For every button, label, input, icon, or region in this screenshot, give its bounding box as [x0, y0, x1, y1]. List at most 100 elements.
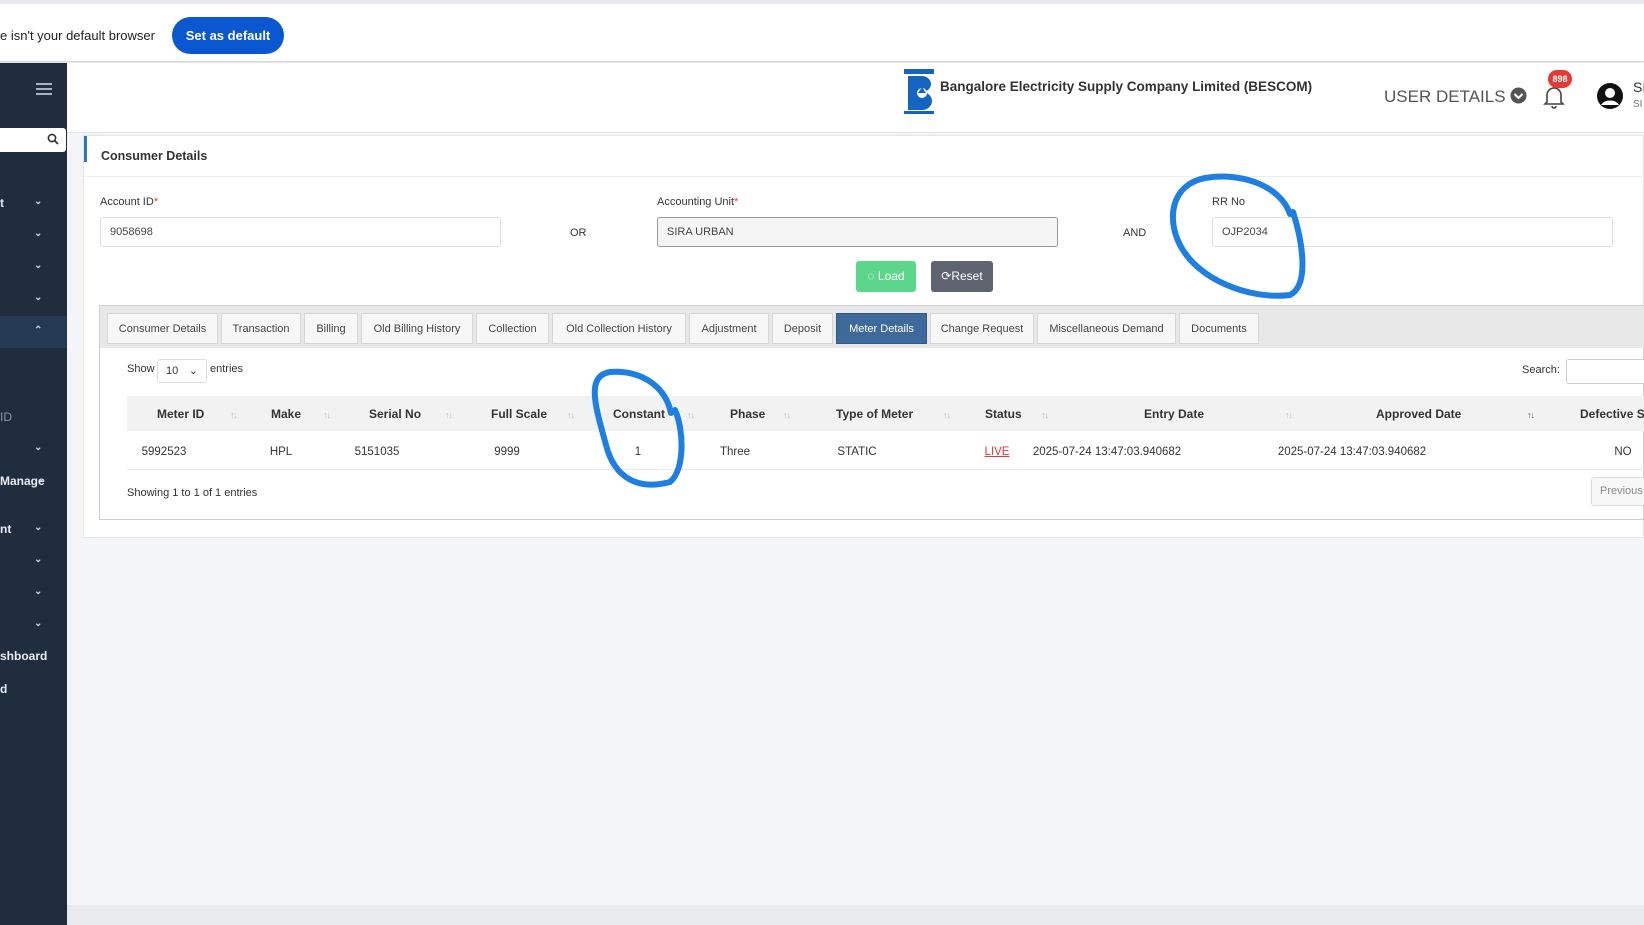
- page-size-select[interactable]: 10 ⌄: [157, 359, 207, 383]
- sort-icon[interactable]: ↑↓: [567, 410, 575, 420]
- sort-icon[interactable]: ↑↓: [1041, 410, 1049, 420]
- col-constant[interactable]: Constant: [613, 407, 665, 421]
- chevron-down-icon: ⌄: [34, 586, 43, 597]
- entries-label: entries: [210, 363, 244, 375]
- notification-badge: 898: [1548, 70, 1572, 88]
- sidebar-item-dashboard[interactable]: shboard: [0, 640, 67, 672]
- sort-desc-icon[interactable]: ↑↓: [1527, 410, 1535, 420]
- hamburger-icon[interactable]: [36, 83, 52, 95]
- col-status[interactable]: Status: [985, 407, 1022, 421]
- tab-old-collection-history[interactable]: Old Collection History: [552, 313, 686, 344]
- sidebar-item-active[interactable]: ⌃: [0, 316, 67, 348]
- load-button[interactable]: ◌ Load: [856, 261, 916, 292]
- chevron-circle-down-icon: [1510, 87, 1527, 104]
- tab-meter-details[interactable]: Meter Details: [836, 313, 927, 344]
- reset-button[interactable]: ⟳Reset: [931, 261, 993, 292]
- set-default-button[interactable]: Set as default: [172, 17, 284, 54]
- sidebar-item[interactable]: ⌄: [0, 219, 67, 251]
- cell-constant: 1: [634, 446, 642, 458]
- cell-meter-id: 5992523: [141, 446, 187, 458]
- sidebar-item[interactable]: ⌄: [0, 251, 67, 283]
- cell-approved-date: 2025-07-24 13:47:03.940682: [1277, 446, 1427, 458]
- col-make[interactable]: Make: [271, 407, 301, 421]
- spinner-icon: ◌: [867, 269, 875, 283]
- tab-collection[interactable]: Collection: [476, 313, 549, 344]
- cell-status-live[interactable]: LIVE: [985, 446, 1010, 458]
- sidebar-item-manage[interactable]: Manage ⌄: [0, 465, 67, 497]
- sort-icon[interactable]: ↑↓: [323, 410, 331, 420]
- search-label: Search:: [1522, 364, 1560, 376]
- user-avatar-icon[interactable]: [1596, 82, 1624, 110]
- user-name: SI: [1633, 79, 1644, 95]
- sort-icon[interactable]: ↑↓: [783, 410, 791, 420]
- tab-miscellaneous-demand[interactable]: Miscellaneous Demand: [1037, 313, 1176, 344]
- tab-change-request[interactable]: Change Request: [930, 313, 1034, 344]
- cell-defective: NO: [1614, 446, 1632, 458]
- sort-icon[interactable]: ↑↓: [943, 410, 951, 420]
- tabs-bar: Consumer Details Transaction Billing Old…: [100, 306, 1644, 348]
- bescom-logo: [904, 69, 934, 114]
- account-id-label: Account ID*: [100, 196, 159, 208]
- sidebar-item[interactable]: ⌄: [0, 433, 67, 465]
- sidebar-item[interactable]: d: [0, 673, 67, 705]
- sort-icon[interactable]: ↑↓: [230, 410, 238, 420]
- cell-type-of-meter: STATIC: [837, 446, 877, 458]
- sort-icon[interactable]: ↑↓: [687, 410, 695, 420]
- col-entry-date[interactable]: Entry Date: [1144, 407, 1204, 421]
- user-details-dropdown[interactable]: USER DETAILS: [1384, 87, 1527, 107]
- chevron-down-icon: ⌄: [34, 196, 43, 207]
- card-title: Consumer Details: [101, 149, 208, 163]
- sidebar-item[interactable]: ⌄: [0, 609, 67, 641]
- sidebar-item[interactable]: ⌄: [0, 283, 67, 315]
- col-approved-date[interactable]: Approved Date: [1376, 407, 1461, 421]
- tab-adjustment[interactable]: Adjustment: [689, 313, 769, 344]
- chevron-down-icon: ⌄: [34, 228, 43, 239]
- user-role: SI: [1633, 99, 1643, 110]
- rr-no-field[interactable]: OJP2034: [1212, 217, 1613, 247]
- accounting-unit-select[interactable]: SIRA URBAN: [657, 217, 1058, 247]
- col-type-of-meter[interactable]: Type of Meter: [836, 407, 913, 421]
- sort-icon[interactable]: ↑↓: [1285, 410, 1293, 420]
- sidebar-item[interactable]: nt ⌄: [0, 513, 67, 545]
- or-label: OR: [570, 227, 587, 239]
- cell-phase: Three: [719, 446, 751, 458]
- account-id-field[interactable]: 9058698: [100, 217, 501, 247]
- sort-icon[interactable]: ↑↓: [445, 410, 453, 420]
- sidebar-item[interactable]: ⌄: [0, 545, 67, 577]
- sidebar-search-input[interactable]: [0, 128, 66, 152]
- tab-transaction[interactable]: Transaction: [221, 313, 301, 344]
- user-details-label: USER DETAILS: [1384, 87, 1506, 106]
- refresh-icon: ⟳: [941, 269, 952, 283]
- sidebar-item[interactable]: t ⌄: [0, 187, 67, 219]
- col-phase[interactable]: Phase: [730, 407, 765, 421]
- company-name: Bangalore Electricity Supply Company Lim…: [940, 79, 1313, 94]
- search-icon: [47, 133, 59, 145]
- sidebar-item[interactable]: ⌄: [0, 577, 67, 609]
- tab-consumer-details[interactable]: Consumer Details: [107, 313, 218, 344]
- chevron-down-icon: ⌄: [34, 260, 43, 271]
- and-label: AND: [1123, 227, 1147, 239]
- sidebar-item[interactable]: ID: [0, 401, 67, 433]
- tab-billing[interactable]: Billing: [304, 313, 358, 344]
- bell-icon[interactable]: [1543, 85, 1565, 109]
- tab-documents[interactable]: Documents: [1179, 313, 1259, 344]
- cell-serial-no: 5151035: [354, 446, 400, 458]
- table-search-input[interactable]: [1566, 359, 1644, 384]
- rr-no-label: RR No: [1212, 196, 1246, 208]
- show-label: Show: [127, 363, 155, 375]
- col-defective[interactable]: Defective S: [1580, 407, 1644, 421]
- header-accent-bar: [84, 136, 87, 162]
- chevron-down-icon: ⌄: [188, 365, 198, 377]
- row-divider: [127, 469, 1644, 470]
- card-header: Consumer Details: [84, 136, 1644, 177]
- tab-deposit[interactable]: Deposit: [772, 313, 833, 344]
- col-serial-no[interactable]: Serial No: [369, 407, 421, 421]
- chevron-down-icon: ⌄: [34, 618, 43, 629]
- chevron-down-icon: ⌄: [38, 474, 47, 485]
- top-header: Bangalore Electricity Supply Company Lim…: [67, 63, 1644, 133]
- col-meter-id[interactable]: Meter ID: [157, 407, 204, 421]
- previous-page-button[interactable]: Previous: [1591, 477, 1644, 506]
- col-full-scale[interactable]: Full Scale: [491, 407, 547, 421]
- tab-old-billing-history[interactable]: Old Billing History: [361, 313, 473, 344]
- chevron-down-icon: ⌄: [34, 554, 43, 565]
